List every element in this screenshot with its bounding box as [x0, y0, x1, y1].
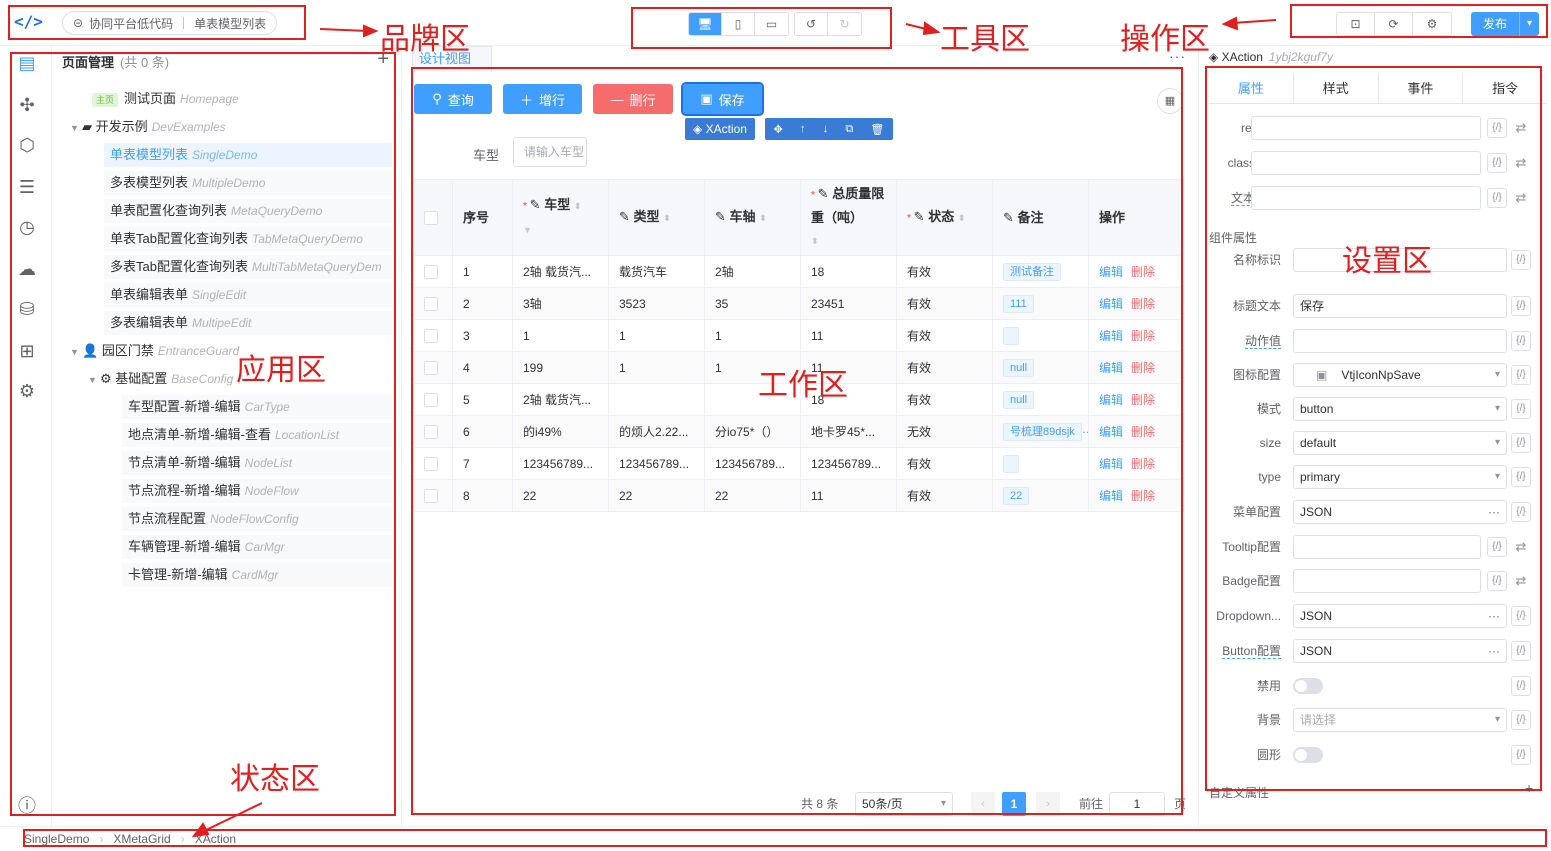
label-tools: 工具区	[940, 22, 1030, 57]
annotation-arrows	[191, 16, 1277, 838]
label-status: 状态区	[230, 762, 320, 797]
label-actions: 操作区	[1120, 22, 1210, 57]
label-work: 工作区	[758, 368, 848, 403]
label-app: 应用区	[236, 353, 326, 388]
label-brand: 品牌区	[380, 22, 470, 57]
label-settings: 设置区	[1342, 244, 1432, 279]
